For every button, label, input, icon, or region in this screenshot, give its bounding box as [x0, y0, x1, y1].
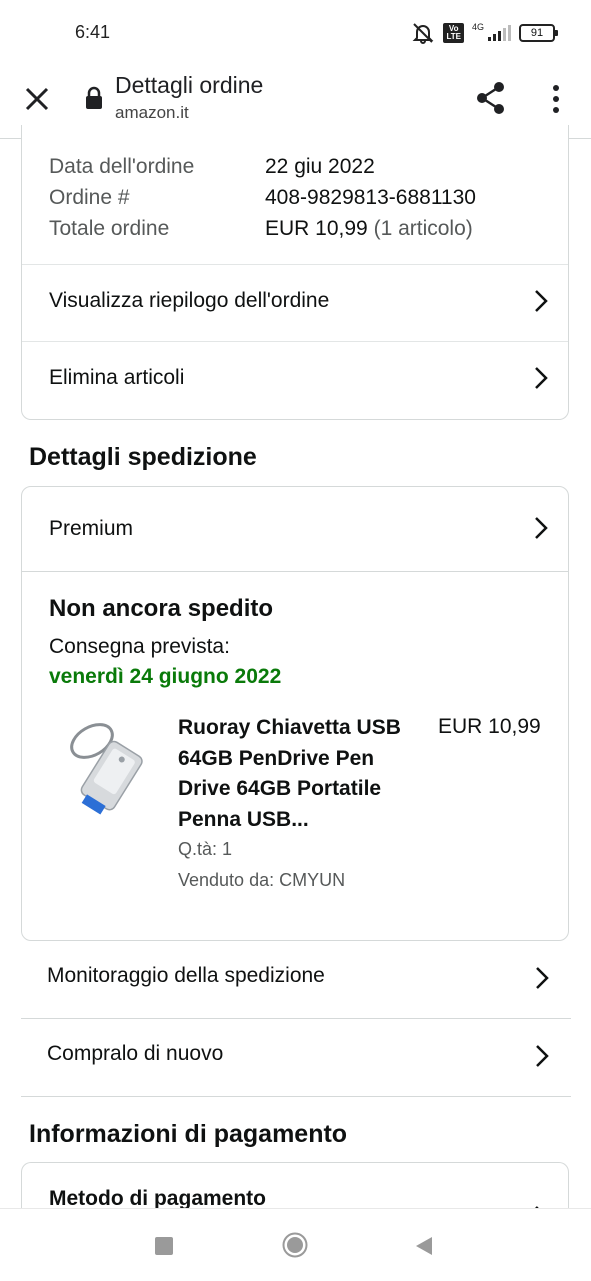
chevron-right-icon	[535, 517, 548, 539]
chevron-right-icon	[536, 1045, 549, 1067]
shipping-method-label: Premium	[49, 517, 134, 540]
network-type: 4G	[471, 22, 484, 32]
track-shipment-label: Monitoraggio della spedizione	[47, 964, 325, 987]
recent-apps-icon[interactable]	[155, 1237, 173, 1255]
delete-items-row[interactable]: Elimina articoli	[22, 342, 568, 419]
order-date-label: Data dell'ordine	[49, 155, 195, 178]
order-number-label: Ordine #	[49, 186, 130, 209]
system-nav-bar	[0, 1208, 591, 1281]
product-title[interactable]: Ruoray Chiavetta USB 64GB PenDrive Pen D…	[178, 713, 428, 835]
order-total-value-wrap: EUR 10,99 (1 articolo)	[265, 217, 473, 241]
order-date-value: 22 giu 2022	[265, 155, 375, 178]
close-icon[interactable]	[20, 82, 54, 116]
product-price: EUR 10,99	[438, 715, 541, 738]
payment-section-title: Informazioni di pagamento	[29, 1120, 348, 1148]
view-order-summary-row[interactable]: Visualizza riepilogo dell'ordine	[22, 265, 568, 341]
status-icons: Vo LTE 4G 91	[411, 22, 558, 44]
mute-bell-icon	[413, 23, 434, 44]
shipping-method-row[interactable]: Premium	[22, 487, 568, 571]
buy-again-row[interactable]: Compralo di nuovo	[21, 1019, 571, 1096]
battery-icon: 91	[519, 24, 558, 42]
divider	[21, 1096, 571, 1097]
lock-icon	[86, 86, 102, 109]
shipping-section-title: Dettagli spedizione	[29, 443, 257, 471]
status-bar: 6:41 Vo LTE 4G 91	[0, 0, 591, 62]
delete-items-label: Elimina articoli	[49, 366, 185, 389]
order-total-value: EUR 10,99	[265, 217, 368, 240]
track-shipment-row[interactable]: Monitoraggio della spedizione	[21, 941, 571, 1018]
share-icon[interactable]	[474, 80, 508, 116]
page-url: amazon.it	[115, 103, 189, 122]
signal-icon	[488, 25, 511, 41]
order-item-count: (1 articolo)	[373, 217, 473, 240]
product-image[interactable]	[62, 717, 152, 817]
delivery-date: venerdì 24 giugno 2022	[49, 665, 282, 688]
chevron-right-icon	[535, 367, 548, 389]
product-seller[interactable]: Venduto da: CMYUN	[178, 870, 345, 891]
product-quantity: Q.tà: 1	[178, 839, 233, 859]
chevron-right-icon	[535, 290, 548, 312]
page-title: Dettagli ordine	[115, 72, 264, 98]
home-icon[interactable]	[282, 1232, 308, 1258]
shipment-card: Premium Non ancora spedito Consegna prev…	[21, 486, 569, 941]
divider	[22, 571, 568, 572]
shipment-status: Non ancora spedito	[49, 595, 274, 622]
buy-again-label: Compralo di nuovo	[47, 1042, 224, 1065]
order-number-value: 408-9829813-6881130	[265, 186, 476, 209]
order-total-label: Totale ordine	[49, 217, 170, 240]
order-summary-card: Data dell'ordine 22 giu 2022 Ordine # 40…	[21, 125, 569, 420]
volte-icon: Vo LTE	[443, 23, 464, 43]
view-order-summary-label: Visualizza riepilogo dell'ordine	[49, 289, 330, 312]
chevron-right-icon	[536, 967, 549, 989]
status-time: 6:41	[75, 22, 111, 42]
title-block: Dettagli ordine amazon.it	[115, 72, 263, 123]
delivery-label: Consegna prevista:	[49, 635, 230, 658]
more-options-icon[interactable]	[546, 82, 566, 116]
battery-level: 91	[530, 27, 544, 39]
back-icon[interactable]	[414, 1235, 434, 1257]
